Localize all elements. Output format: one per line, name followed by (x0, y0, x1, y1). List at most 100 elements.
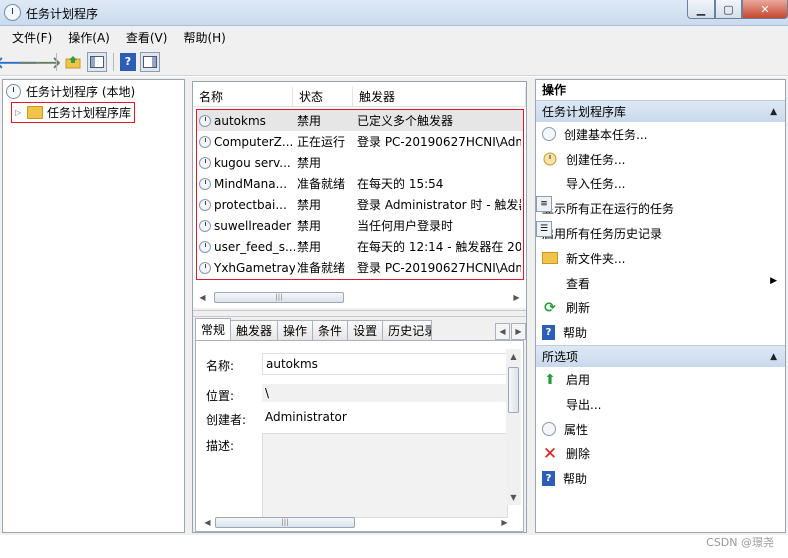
console-tree: 任务计划程序 (本地) ▷ 任务计划程序库 (2, 79, 185, 533)
action-refresh[interactable]: ⟳ 刷新 (536, 296, 785, 321)
scroll-track[interactable]: ||| (210, 290, 509, 305)
scroll-up-icon[interactable]: ▲ (506, 349, 521, 364)
action-show-running-tasks[interactable]: ≡ 显示所有正在运行的任务 (536, 196, 785, 221)
action-create-basic-task[interactable]: 创建基本任务... (536, 122, 785, 147)
action-create-task[interactable]: 创建任务... (536, 147, 785, 172)
action-delete[interactable]: ✕ 删除 (536, 442, 785, 467)
minimize-button[interactable]: ▁ (687, 0, 715, 19)
collapse-caret-icon[interactable]: ▲ (770, 101, 777, 123)
table-row[interactable]: user_feed_s... 禁用 在每天的 12:14 - 触发器在 20 (197, 236, 523, 257)
window-title: 任务计划程序 (26, 7, 99, 21)
action-label: 创建任务... (566, 152, 626, 167)
task-trigger: 当任何用户登录时 (357, 219, 454, 233)
tab-conditions[interactable]: 条件 (312, 320, 349, 340)
menu-action[interactable]: 操作(A) (60, 29, 118, 46)
location-label: 位置: (206, 389, 235, 403)
column-header-trigger[interactable]: 触发器 (353, 87, 526, 107)
help-icon: ? (542, 471, 555, 487)
task-status: 禁用 (297, 198, 322, 212)
forward-button[interactable]: 🡒 (19, 52, 62, 72)
column-header-status[interactable]: 状态 (293, 87, 353, 107)
table-row[interactable]: MindMana... 准备就绪 在每天的 15:54 (197, 173, 523, 194)
task-icon (542, 151, 558, 167)
action-enable[interactable]: ⬆ 启用 (536, 367, 785, 392)
author-field: Administrator (262, 408, 508, 426)
action-import-task[interactable]: 导入任务... (536, 172, 785, 197)
task-status: 准备就绪 (297, 261, 346, 275)
menu-view[interactable]: 查看(V) (118, 29, 176, 46)
pane-splitter[interactable] (193, 310, 526, 317)
detail-tabs: 常规 触发器 操作 条件 设置 历史记录 ◀ ▶ (195, 318, 526, 340)
tab-actions[interactable]: 操作 (277, 320, 314, 340)
detail-hscrollbar[interactable]: ◀ ||| ▶ (200, 515, 512, 530)
task-trigger: 在每天的 12:14 - 触发器在 20 (357, 240, 521, 254)
section-header-library[interactable]: 任务计划程序库 ▲ (536, 100, 785, 122)
action-properties[interactable]: 属性 (536, 417, 785, 442)
task-icon (199, 156, 211, 169)
task-name: suwellreader (214, 218, 292, 233)
section-header-library-label: 任务计划程序库 (542, 105, 627, 119)
action-enable-history[interactable]: ☰ 启用所有任务历史记录 (536, 221, 785, 246)
clock-icon (542, 127, 556, 142)
menu-bar: 文件(F) 操作(A) 查看(V) 帮助(H) (0, 26, 788, 48)
tab-history[interactable]: 历史记录 (382, 320, 433, 340)
window-controls: ▁ ▢ ✕ (687, 0, 788, 20)
show-hide-action-pane-button[interactable] (140, 51, 160, 72)
tab-scroll-left-icon[interactable]: ◀ (495, 323, 510, 340)
collapse-caret-icon[interactable]: ▲ (770, 346, 777, 368)
close-button[interactable]: ✕ (742, 0, 788, 19)
expand-arrow-icon[interactable]: ▷ (15, 108, 23, 117)
tab-scroll-right-icon[interactable]: ▶ (511, 323, 526, 340)
list-icon: ≡ (536, 196, 552, 213)
name-field[interactable]: autokms (262, 353, 508, 375)
task-icon (199, 114, 211, 127)
menu-file[interactable]: 文件(F) (4, 29, 60, 46)
scroll-down-icon[interactable]: ▼ (506, 490, 521, 505)
task-trigger: 登录 PC-20190627HCNI\Adm (357, 135, 521, 149)
actions-pane: 操作 任务计划程序库 ▲ 创建基本任务... 创建任务... 导入任务... ≡… (535, 79, 786, 533)
scroll-thumb[interactable]: ||| (215, 517, 355, 528)
task-list-hscrollbar[interactable]: ◀ ||| ▶ (195, 290, 524, 305)
tab-triggers[interactable]: 触发器 (230, 320, 279, 340)
detail-vscrollbar[interactable]: ▲ ▼ (506, 349, 521, 505)
tab-settings[interactable]: 设置 (347, 320, 384, 340)
description-label: 描述: (206, 439, 235, 453)
action-new-folder[interactable]: 新文件夹... (536, 246, 785, 271)
scroll-right-icon[interactable]: ▶ (509, 290, 524, 305)
task-name: protectbai... (214, 197, 287, 212)
run-icon: ⬆ (544, 371, 556, 388)
table-row[interactable]: autokms 禁用 已定义多个触发器 (197, 110, 523, 131)
table-row[interactable]: suwellreader 禁用 当任何用户登录时 (197, 215, 523, 236)
table-row[interactable]: YxhGametray 准备就绪 登录 PC-20190627HCNI\Adm (197, 257, 523, 278)
tab-general[interactable]: 常规 (195, 318, 232, 340)
column-header-name[interactable]: 名称 (193, 87, 293, 107)
scroll-thumb[interactable] (508, 367, 519, 413)
task-status: 禁用 (297, 114, 322, 128)
properties-icon (542, 422, 556, 437)
section-header-selected-item[interactable]: 所选项 ▲ (536, 345, 785, 368)
scroll-left-icon[interactable]: ◀ (200, 515, 215, 530)
action-help[interactable]: ? 帮助 (536, 320, 785, 345)
menu-help[interactable]: 帮助(H) (175, 29, 233, 46)
task-trigger: 登录 Administrator 时 - 触发器 (357, 198, 521, 212)
task-trigger: 已定义多个触发器 (357, 114, 454, 128)
scroll-right-icon[interactable]: ▶ (497, 515, 512, 530)
action-export[interactable]: 导出... (536, 392, 785, 417)
tree-item-library[interactable]: ▷ 任务计划程序库 (11, 102, 136, 123)
up-folder-button[interactable] (63, 52, 83, 72)
action-view[interactable]: 查看 ▶ (536, 271, 785, 296)
table-row[interactable]: kugou serv... 禁用 (197, 152, 523, 173)
tree-root-item[interactable]: 任务计划程序 (本地) (6, 83, 135, 100)
table-row[interactable]: ComputerZ... 正在运行 登录 PC-20190627HCNI\Adm (197, 131, 523, 152)
help-button[interactable]: ? (120, 52, 136, 71)
table-row[interactable]: protectbai... 禁用 登录 Administrator 时 - 触发… (197, 194, 523, 215)
description-field[interactable] (262, 433, 508, 518)
folder-clock-icon (27, 106, 43, 119)
scroll-thumb[interactable]: ||| (214, 292, 344, 303)
maximize-button[interactable]: ▢ (715, 0, 742, 19)
scroll-track[interactable]: ||| (215, 515, 497, 530)
action-help-selected[interactable]: ? 帮助 (536, 466, 785, 491)
show-hide-console-tree-button[interactable] (87, 51, 107, 72)
task-name: autokms (214, 113, 266, 128)
scroll-left-icon[interactable]: ◀ (195, 290, 210, 305)
